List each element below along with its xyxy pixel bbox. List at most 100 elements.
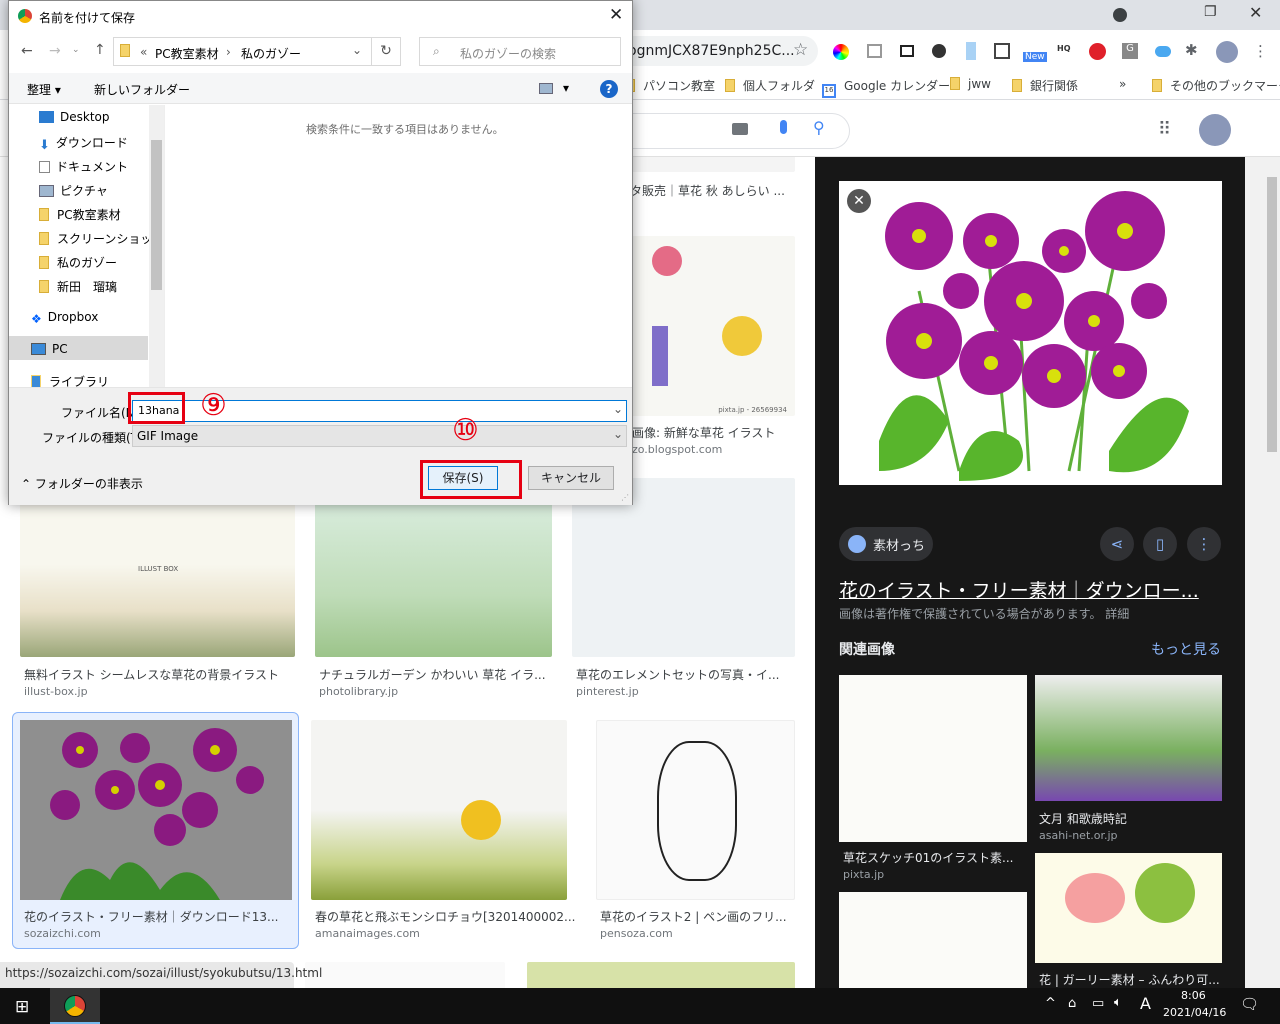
new-badge[interactable]: New [1023,52,1047,62]
tray-icon[interactable]: ⌂ [1068,996,1076,1011]
hide-folders-button[interactable]: ⌃ フォルダーの非表示 [21,475,143,492]
breadcrumb-separator-icon[interactable]: › [226,45,231,59]
pip-icon[interactable] [900,45,914,57]
result-title[interactable]: 画像: 新鮮な草花 イラスト [632,424,775,441]
avatar[interactable] [1216,41,1238,63]
mic-icon[interactable] [780,120,787,134]
g-extension-icon[interactable]: G [1122,43,1138,59]
search-icon[interactable]: ⚲ [813,118,825,137]
tray-chevron-icon[interactable]: ^ [1045,996,1056,1011]
extension-icon[interactable] [1089,43,1106,60]
related-title[interactable]: 文月 和歌歳時記 [1039,810,1127,827]
breadcrumb-item[interactable]: PC教室素材 [155,45,219,62]
new-folder-button[interactable]: 新しいフォルダー [94,81,190,98]
cloud-icon[interactable] [1155,46,1171,57]
nav-item-user[interactable]: 新田 瑠璃 [39,278,117,295]
back-icon[interactable]: ← [21,43,33,59]
result-image[interactable] [527,962,795,988]
nav-item-pc-selected[interactable] [9,336,148,360]
bookmark-personal[interactable]: 個人フォルダ [725,77,815,94]
apps-grid-icon[interactable]: ⠿ [1158,119,1171,140]
camera-icon[interactable] [732,123,748,135]
related-image[interactable] [1035,853,1222,963]
resize-grip-icon[interactable]: ⋰ [621,493,629,502]
windows-start-icon[interactable]: ⊞ [15,997,29,1017]
bookmark-pc-class[interactable]: パソコン教室 [625,77,715,94]
forward-icon[interactable]: → [49,43,61,59]
network-icon[interactable]: ▭ [1092,996,1104,1011]
refresh-icon[interactable]: ↻ [372,37,401,66]
related-image[interactable] [839,892,1027,988]
scrollbar-thumb[interactable] [1267,177,1277,452]
avatar[interactable] [1199,114,1231,146]
extension-icon[interactable] [932,44,946,58]
profile-menu-icon[interactable] [1113,8,1127,22]
organize-button[interactable]: 整理 ▾ [27,81,61,98]
close-dialog-icon[interactable]: ✕ [609,5,623,25]
nav-item-pictures[interactable]: ピクチャ [39,182,108,199]
cloudhq-icon[interactable]: HQ [1057,44,1071,53]
share-icon[interactable]: ⋖ [1100,527,1134,561]
nav-item-screenshots[interactable]: スクリーンショット [39,230,164,247]
restore-icon[interactable]: ❐ [1204,4,1217,20]
result-image[interactable] [315,503,552,657]
related-title[interactable]: 草花スケッチ01のイラスト素... [843,849,1013,866]
window-icon[interactable] [867,44,882,58]
close-window-icon[interactable]: ✕ [1249,3,1262,22]
close-preview-icon[interactable]: ✕ [847,189,871,213]
more-bookmarks-icon[interactable]: » [1119,77,1126,91]
help-icon[interactable]: ? [600,80,618,98]
result-title[interactable]: タ販売｜草花 秋 あしらい ... [630,182,785,199]
cancel-button[interactable]: キャンセル [528,466,614,490]
preview-image[interactable]: ✕ [839,181,1222,485]
selected-result[interactable]: 花のイラスト・フリー素材｜ダウンロード13... sozaizchi.com [12,712,299,949]
bookmark-jww[interactable]: jww [950,77,991,91]
nav-item-my-images[interactable]: 私のガゾー [39,254,117,271]
recent-locations-icon[interactable]: ⌄ [72,45,80,55]
volume-icon[interactable]: 🔈︎ [1114,995,1122,1010]
bookmark-bank[interactable]: 銀行関係 [1012,77,1078,94]
related-title[interactable]: 花 | ガーリー素材 – ふんわり可... [1039,971,1220,988]
chrome-taskbar-button[interactable] [50,988,100,1024]
result-image[interactable] [596,720,795,900]
nav-item-dropbox[interactable]: ❖ Dropbox [31,310,98,326]
puzzle-icon[interactable]: ✱ [1185,41,1198,59]
up-icon[interactable]: ↑ [94,42,106,58]
extension-icon[interactable] [966,42,976,60]
breadcrumb[interactable]: « PC教室素材 › 私のガゾー ⌄ [113,37,372,66]
chevron-down-icon[interactable]: ⌄ [613,402,623,416]
nav-item-pc-class[interactable]: PC教室素材 [39,206,121,223]
result-title[interactable]: 春の草花と飛ぶモンシロチョウ[3201400002... [315,908,575,925]
color-picker-icon[interactable] [833,44,849,60]
bookmark-icon[interactable]: ▯ [1143,527,1177,561]
ime-indicator[interactable]: A [1140,994,1151,1013]
result-image[interactable]: ILLUST BOX [20,503,295,657]
result-title[interactable]: 花のイラスト・フリー素材｜ダウンロード13... [24,908,278,925]
result-title[interactable]: 草花のイラスト2 | ペン画のフリ... [600,908,787,925]
clock-time[interactable]: 8:06 [1181,989,1206,1002]
nav-item-downloads[interactable]: ⬇ ダウンロード [39,134,128,153]
source-chip[interactable]: 素材っち [839,527,933,561]
nav-item-library[interactable]: ライブラリ [31,373,109,387]
view-dropdown-icon[interactable]: ▾ [563,81,569,95]
result-image[interactable] [311,720,567,900]
breadcrumb-item[interactable]: 私のガゾー [241,45,301,62]
preview-title-link[interactable]: 花のイラスト・フリー素材｜ダウンロー... [839,576,1199,603]
page-scrollbar[interactable] [1245,157,1280,988]
see-more-link[interactable]: もっと見る [1151,639,1221,659]
menu-icon[interactable]: ⋮ [1253,42,1268,60]
breadcrumb-overflow[interactable]: « [140,45,147,59]
bookmark-calendar[interactable]: 16 Google カレンダー [822,77,950,98]
bookmark-star-icon[interactable]: ☆ [793,40,808,60]
nav-item-desktop[interactable]: Desktop [39,110,110,124]
result-title[interactable]: 草花のエレメントセットの写真・イ... [576,666,779,683]
clock-date[interactable]: 2021/04/16 [1163,1006,1226,1019]
result-title[interactable]: ナチュラルガーデン かわいい 草花 イラ... [319,666,546,683]
result-image[interactable] [20,720,292,900]
result-image[interactable] [305,962,505,988]
scrollbar-thumb[interactable] [151,140,162,290]
chevron-down-icon[interactable]: ⌄ [613,427,623,441]
nav-scrollbar[interactable] [149,105,164,387]
related-image[interactable] [839,675,1027,842]
bookmark-other[interactable]: その他のブックマーク [1152,77,1280,94]
